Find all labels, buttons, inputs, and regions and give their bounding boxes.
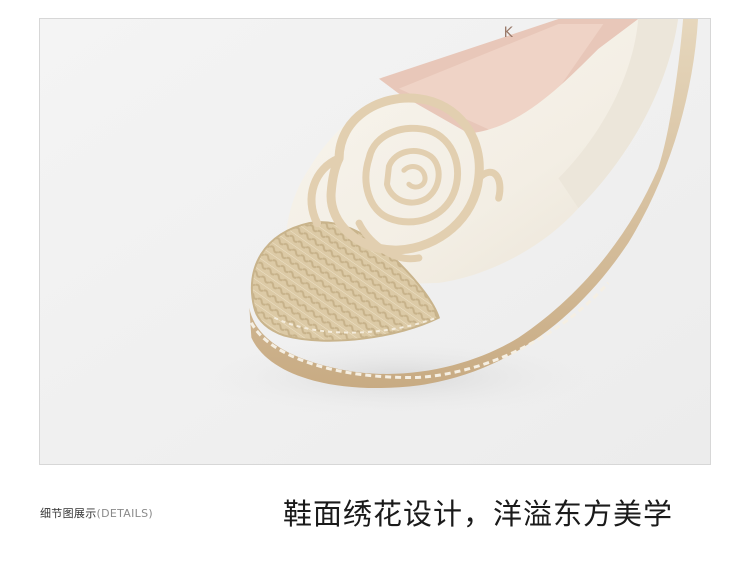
details-label: 细节图展示 (40, 507, 97, 520)
brand-fragment: K (504, 25, 514, 41)
shoe-detail-photo: K (40, 19, 710, 464)
feature-headline: 鞋面绣花设计，洋溢东方美学 (283, 497, 674, 531)
product-photo-frame: K (39, 18, 711, 465)
details-sublabel: (DETAILS) (96, 507, 153, 520)
details-caption: 细节图展示(DETAILS) (40, 505, 153, 521)
